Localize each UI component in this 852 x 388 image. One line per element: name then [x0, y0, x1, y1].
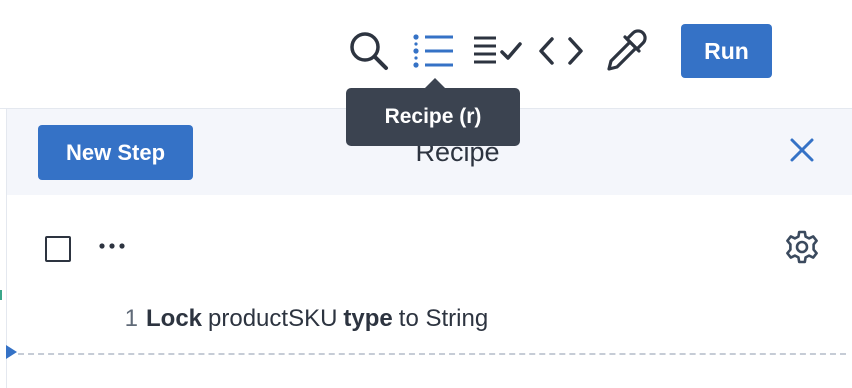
search-icon[interactable]	[346, 28, 392, 74]
recipe-step-1[interactable]: 1 Lock productSKU type to String	[108, 302, 489, 336]
column-marker	[0, 290, 2, 300]
code-icon[interactable]	[538, 28, 584, 74]
step-keyword-type: type	[343, 305, 393, 332]
select-all-checkbox[interactable]	[45, 236, 71, 262]
close-icon[interactable]	[782, 130, 822, 170]
insert-position-line	[18, 353, 846, 355]
step-number: 1	[124, 305, 138, 332]
more-options-icon[interactable]	[94, 232, 130, 260]
recipe-list-icon[interactable]	[410, 28, 456, 74]
step-column-name: productSKU	[208, 305, 338, 332]
new-step-button[interactable]: New Step	[38, 125, 193, 180]
eyedropper-icon[interactable]	[602, 28, 648, 74]
step-keyword-lock: Lock	[146, 305, 203, 332]
run-button[interactable]: Run	[681, 24, 772, 78]
insert-position-marker	[6, 345, 17, 359]
gear-icon[interactable]	[782, 227, 822, 267]
recipe-tooltip: Recipe (r)	[346, 88, 520, 146]
step-target-type: to String	[398, 305, 489, 332]
checklist-icon[interactable]	[472, 28, 524, 74]
